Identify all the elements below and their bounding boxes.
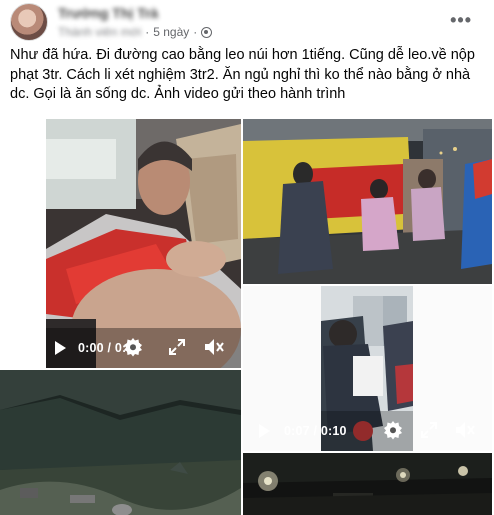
author-name[interactable]: Trường Thị Trà: [58, 5, 158, 21]
gear-icon[interactable]: [383, 420, 403, 440]
expand-icon[interactable]: [421, 422, 437, 438]
photo-5[interactable]: [243, 453, 492, 515]
video-3-controls: 0:07 / 0:10: [243, 411, 492, 451]
more-options-icon[interactable]: •••: [450, 10, 472, 31]
play-icon[interactable]: [55, 341, 66, 355]
audience-label: Thành viên mới: [58, 25, 142, 39]
post-time[interactable]: 5 ngày: [153, 25, 189, 39]
mute-icon[interactable]: [455, 421, 475, 439]
photo-5-image: [243, 453, 492, 515]
video-1[interactable]: 0:00 / 0:17: [46, 119, 241, 368]
globe-icon: [201, 26, 213, 38]
video-1-controls: 0:00 / 0:17: [46, 328, 241, 368]
play-icon[interactable]: [259, 424, 270, 438]
video-3-time: 0:07 / 0:10: [284, 424, 347, 438]
meta-separator: ·: [145, 25, 150, 39]
photo-4-image: [0, 370, 241, 515]
gear-icon[interactable]: [123, 337, 143, 357]
photo-2[interactable]: [243, 119, 492, 284]
post-meta: Thành viên mới · 5 ngày ·: [58, 25, 213, 39]
expand-icon[interactable]: [169, 339, 185, 355]
avatar[interactable]: [10, 3, 48, 41]
video-3[interactable]: 0:07 / 0:10: [243, 286, 492, 451]
meta-separator: ·: [193, 25, 198, 39]
mute-icon[interactable]: [204, 338, 224, 356]
photo-4[interactable]: [0, 370, 241, 515]
post-header: Trường Thị Trà Thành viên mới · 5 ngày ·…: [0, 0, 494, 41]
post-text: Như đã hứa. Đi đường cao bằng leo núi hơ…: [10, 47, 475, 102]
photo-2-image: [243, 119, 492, 284]
